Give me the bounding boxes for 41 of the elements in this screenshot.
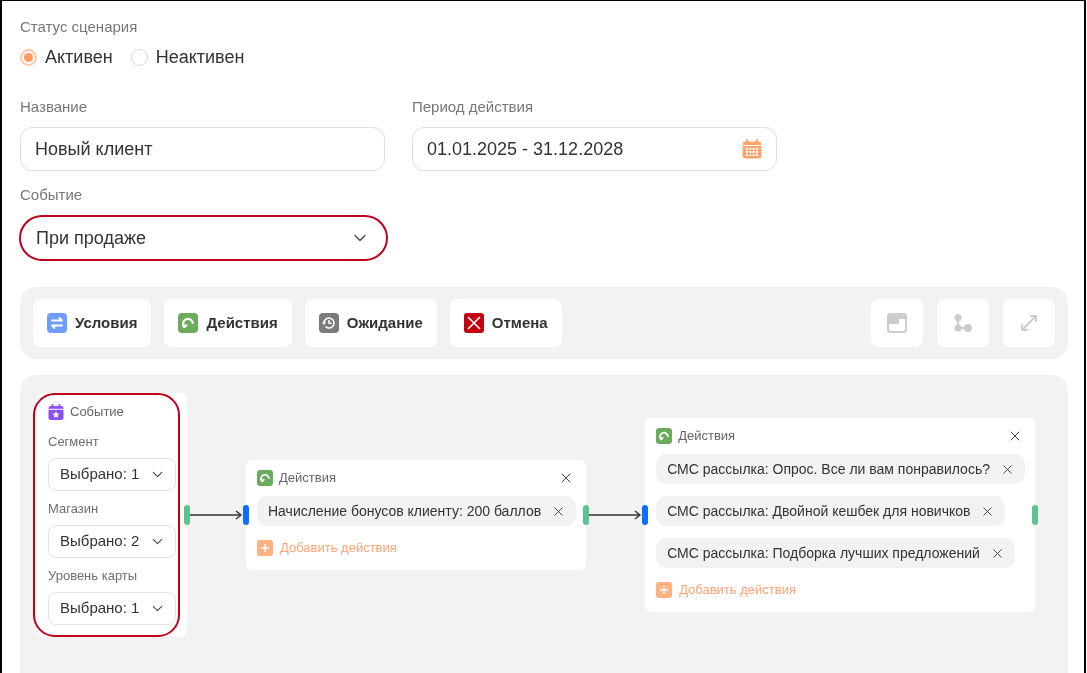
select-field[interactable]: Выбрано: 1 [48,592,176,625]
field-label: Уровень карты [48,568,138,584]
field-label: Событие [20,185,83,205]
actions-node[interactable]: Действия Начисление бонусов клиенту: 200 баллов Добавить действия [246,460,587,570]
select-field[interactable]: Выбрано: 1 [48,458,176,491]
action-chip[interactable]: СМС рассылка: Двойной кешбек для новичков [656,496,1006,527]
node-title: Событие [70,404,124,420]
calendar-icon[interactable] [742,139,762,159]
port-handle[interactable] [243,505,249,525]
port-handle[interactable] [583,505,590,525]
date-range-field[interactable]: 01.01.2025 - 31.12.2028 [412,127,777,171]
history-clock-icon [318,313,339,333]
action-chip[interactable]: СМС рассылка: Опрос. Все ли вам понравилось? [656,454,1025,485]
radio-option[interactable]: Неактивен [130,43,245,71]
port-handle[interactable] [184,505,190,525]
node-title: Действия [678,428,736,445]
connector-arrow [189,510,243,520]
connector-arrow [588,510,642,520]
text-field[interactable]: Новый клиент [20,127,385,171]
node-title: Действия [279,470,336,487]
radio-option[interactable]: Активен [20,43,113,71]
swap-arrows-icon [47,313,67,333]
field-label: Сегмент [48,434,99,450]
toolbar-button[interactable]: Условия [33,299,152,347]
port-handle[interactable] [1031,505,1038,525]
toolbar-button[interactable]: Ожидание [304,299,437,347]
plus-icon [257,540,273,556]
select-field[interactable]: Выбрано: 2 [48,525,176,558]
field-label: Название [20,97,88,117]
action-chip[interactable]: Начисление бонусов клиенту: 200 баллов [257,496,577,527]
field-label: Магазин [48,501,99,517]
toolbar-button[interactable]: Отмена [449,299,562,347]
toolbar-button[interactable]: Действия [164,299,292,347]
event-select[interactable]: При продаже [19,215,388,261]
action-chip[interactable]: СМС рассылка: Подборка лучших предложений [656,538,1015,569]
field-label: Период действия [412,97,534,117]
close-icon [463,313,484,333]
status-label: Статус сценария [20,17,138,37]
plus-icon [656,582,673,598]
port-handle[interactable] [642,505,649,525]
actions-node[interactable]: Действия СМС рассылка: Опрос. Все ли вам понравилось? СМС рассылка: Двойной кешбек для новичков СМС рассылка: Подборка лучших предложений Добавить действия [645,418,1035,612]
